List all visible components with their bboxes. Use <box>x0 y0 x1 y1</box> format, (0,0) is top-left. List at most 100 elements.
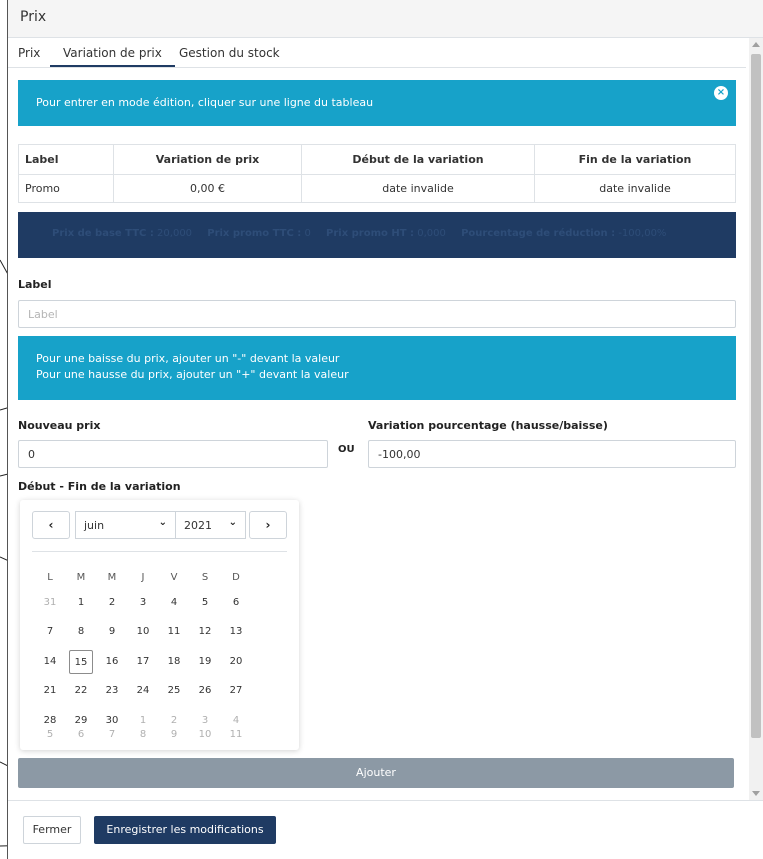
calendar-day[interactable]: 14 <box>38 650 62 674</box>
promo-ttc-label: Prix promo TTC : <box>207 228 302 239</box>
weekday-header: S <box>201 572 209 583</box>
price-variation-table: Label Variation de prix Début de la vari… <box>18 144 736 203</box>
column-header: Début de la variation <box>301 144 535 175</box>
tab-bar: Prix Variation de prix Gestion du stock <box>8 38 746 68</box>
calendar-day[interactable]: 6 <box>69 727 93 743</box>
calendar-day[interactable]: 11 <box>162 620 186 644</box>
calendar-day[interactable]: 19 <box>193 650 217 674</box>
calendar-day[interactable]: 13 <box>224 620 248 644</box>
calendar-day[interactable]: 27 <box>224 679 248 703</box>
price-modal: Prix Prix Variation de prix Gestion du s… <box>7 0 763 859</box>
column-header: Label <box>18 144 114 175</box>
percent-variation-input[interactable]: -100,00 <box>368 440 736 468</box>
price-hint-alert: Pour une baisse du prix, ajouter un "-" … <box>18 336 736 400</box>
percent-variation-label: Variation pourcentage (hausse/baisse) <box>368 419 608 432</box>
table-cell: date invalide <box>534 174 736 203</box>
hint-line-2: Pour une hausse du prix, ajouter un "+" … <box>36 368 349 381</box>
chevron-down-icon: ⌄ <box>158 517 167 528</box>
calendar-day[interactable]: 7 <box>100 727 124 743</box>
year-select[interactable]: 2021 ⌄ <box>175 511 246 539</box>
calendar-day[interactable]: 21 <box>38 679 62 703</box>
scrollbar[interactable] <box>749 38 763 800</box>
calendar-day[interactable]: 20 <box>224 650 248 674</box>
calendar-day[interactable]: 22 <box>69 679 93 703</box>
weekday-header: V <box>170 572 178 583</box>
modal-header: Prix <box>8 0 763 38</box>
calendar-day[interactable]: 3 <box>131 591 155 615</box>
calendar-day[interactable]: 11 <box>224 727 248 743</box>
calendar-day[interactable]: 9 <box>162 727 186 743</box>
calendar-day[interactable]: 1 <box>69 591 93 615</box>
calendar-day[interactable]: 23 <box>100 679 124 703</box>
hint-line-1: Pour une baisse du prix, ajouter un "-" … <box>36 352 340 365</box>
close-icon[interactable]: × <box>714 86 728 100</box>
date-picker: ‹ juin ⌄ 2021 ⌄ › L M M J V S D 31 1 2 3 4 5 6 7 8 9 10 11… <box>20 500 299 750</box>
calendar-day[interactable]: 8 <box>131 727 155 743</box>
calendar-day[interactable]: 18 <box>162 650 186 674</box>
modal-title: Prix <box>20 9 47 25</box>
save-button[interactable]: Enregistrer les modifications <box>94 816 276 844</box>
tab-prix[interactable]: Prix <box>18 46 40 60</box>
calendar-divider <box>32 551 287 552</box>
new-price-label: Nouveau prix <box>18 419 101 432</box>
weekday-header: L <box>47 572 53 583</box>
modal-body: Pour entrer en mode édition, cliquer sur… <box>8 68 748 800</box>
new-price-input[interactable]: 0 <box>18 440 328 468</box>
calendar-day[interactable]: 9 <box>100 620 124 644</box>
column-header: Fin de la variation <box>534 144 736 175</box>
calendar-day[interactable]: 12 <box>193 620 217 644</box>
calendar-day[interactable]: 8 <box>69 620 93 644</box>
table-row[interactable]: Promo 0,00 € date invalide date invalide <box>18 174 736 203</box>
prev-month-button[interactable]: ‹ <box>32 511 70 539</box>
tab-gestion-du-stock[interactable]: Gestion du stock <box>179 46 280 60</box>
scrollbar-thumb[interactable] <box>751 54 761 738</box>
scroll-down-icon[interactable] <box>752 791 760 796</box>
or-separator: OU <box>338 444 355 455</box>
base-ttc-value: 20,000 <box>157 228 193 239</box>
info-alert-text: Pour entrer en mode édition, cliquer sur… <box>36 96 374 109</box>
calendar-day[interactable]: 17 <box>131 650 155 674</box>
close-button[interactable]: Fermer <box>23 816 81 844</box>
calendar-day[interactable]: 2 <box>100 591 124 615</box>
calendar-day[interactable]: 25 <box>162 679 186 703</box>
reduction-value: -100,00% <box>618 228 667 239</box>
weekday-header: J <box>141 572 145 583</box>
date-range-label: Début - Fin de la variation <box>18 480 181 493</box>
table-cell: date invalide <box>301 174 535 203</box>
calendar-day[interactable]: 10 <box>131 620 155 644</box>
tab-variation-de-prix[interactable]: Variation de prix <box>50 46 175 67</box>
calendar-day[interactable]: 4 <box>162 591 186 615</box>
promo-ht-label: Prix promo HT : <box>326 228 415 239</box>
price-summary-banner: Prix de base TTC : 20,000 Prix promo TTC… <box>18 212 736 258</box>
month-select[interactable]: juin ⌄ <box>75 511 176 539</box>
calendar-day[interactable]: 31 <box>38 591 62 615</box>
info-alert: Pour entrer en mode édition, cliquer sur… <box>18 80 736 126</box>
column-header: Variation de prix <box>113 144 302 175</box>
calendar-day[interactable]: 16 <box>100 650 124 674</box>
promo-ttc-value: 0 <box>304 228 311 239</box>
add-button[interactable]: Ajouter <box>18 758 734 788</box>
calendar-day[interactable]: 6 <box>224 591 248 615</box>
label-input[interactable]: Label <box>18 300 736 328</box>
year-select-value: 2021 <box>184 519 212 532</box>
label-field-label: Label <box>18 278 52 291</box>
calendar-day[interactable]: 7 <box>38 620 62 644</box>
weekday-header: M <box>76 572 86 583</box>
reduction-label: Pourcentage de réduction : <box>461 228 616 239</box>
chevron-down-icon: ⌄ <box>228 517 237 528</box>
calendar-day[interactable]: 26 <box>193 679 217 703</box>
calendar-day[interactable]: 5 <box>38 727 62 743</box>
calendar-day[interactable]: 10 <box>193 727 217 743</box>
modal-footer: Fermer Enregistrer les modifications <box>8 800 763 859</box>
weekday-header: D <box>232 572 240 583</box>
weekday-header: M <box>107 572 117 583</box>
calendar-day[interactable]: 24 <box>131 679 155 703</box>
promo-ht-value: 0,000 <box>417 228 446 239</box>
scroll-up-icon[interactable] <box>752 42 760 47</box>
base-ttc-label: Prix de base TTC : <box>52 228 154 239</box>
table-header-row: Label Variation de prix Début de la vari… <box>18 144 736 175</box>
table-cell: Promo <box>18 174 114 203</box>
next-month-button[interactable]: › <box>249 511 287 539</box>
calendar-day[interactable]: 15 <box>69 649 93 674</box>
calendar-day[interactable]: 5 <box>193 591 217 615</box>
